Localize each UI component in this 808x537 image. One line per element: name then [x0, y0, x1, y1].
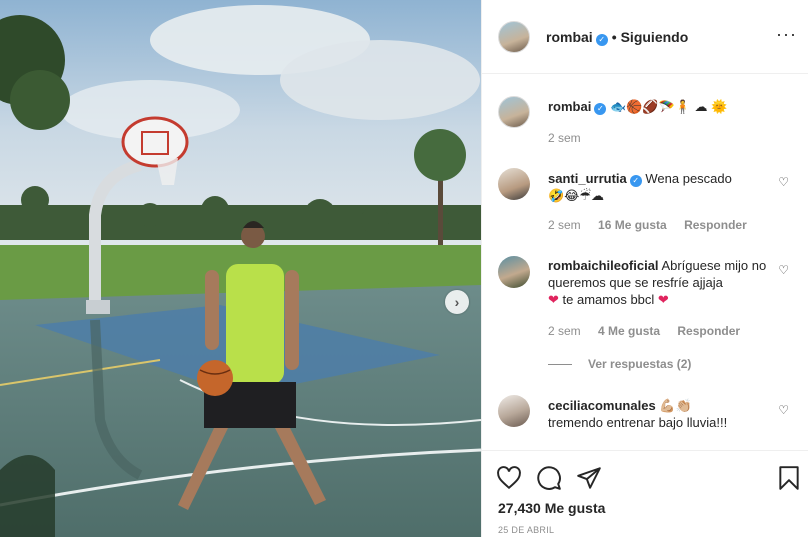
post-photo[interactable]: ›: [0, 0, 481, 537]
instagram-post-view: › rombai ✓ • Siguiendo ··· rombai ✓ 🐟🏀🏈🪂🧍 ☁ …: [0, 0, 808, 537]
comment-likes[interactable]: 4 Me gusta: [598, 324, 660, 338]
post-sidebar: rombai ✓ • Siguiendo ··· rombai ✓ 🐟🏀🏈🪂🧍 ☁ 🌞 …: [481, 0, 808, 537]
comments-list: rombai ✓ 🐟🏀🏈🪂🧍 ☁ 🌞 2 sem santi_urrutia ✓ W…: [482, 75, 808, 450]
reply-button[interactable]: Responder: [684, 218, 747, 232]
view-replies-button[interactable]: Ver respuestas (2): [548, 357, 691, 371]
comment-username[interactable]: santi_urrutia: [548, 171, 627, 186]
more-options-icon[interactable]: ···: [776, 24, 797, 45]
comment-username[interactable]: ceciliacomunales: [548, 398, 656, 413]
comment-meta: 2 sem 16 Me gusta Responder: [548, 218, 747, 232]
author-avatar[interactable]: [498, 21, 530, 53]
verified-badge-icon: ✓: [594, 103, 607, 115]
like-comment-heart-icon[interactable]: ♡: [778, 403, 789, 417]
commenter-avatar[interactable]: [498, 395, 530, 427]
commenter-avatar[interactable]: [498, 256, 530, 288]
red-heart-icon: ❤: [548, 292, 559, 307]
caption-username[interactable]: rombai: [548, 99, 591, 114]
following-button[interactable]: Siguiendo: [621, 29, 689, 45]
comment-body-line3: te amamos bbcl: [562, 292, 655, 307]
comment-body: tremendo entrenar bajo lluvia!!!: [548, 415, 728, 430]
replies-divider-line: [548, 364, 572, 366]
caption-text: rombai ✓ 🐟🏀🏈🪂🧍 ☁ 🌞: [548, 98, 770, 115]
share-paper-plane-icon[interactable]: [576, 465, 602, 491]
comment-meta: 2 sem 4 Me gusta Responder: [548, 324, 741, 338]
separator-dot: •: [611, 29, 617, 45]
red-heart-icon: ❤: [657, 292, 669, 307]
reply-button[interactable]: Responder: [677, 324, 740, 338]
comment-likes[interactable]: 16 Me gusta: [598, 218, 667, 232]
post-date[interactable]: 25 DE ABRIL: [498, 525, 554, 535]
likes-count[interactable]: 27,430 Me gusta: [498, 500, 605, 516]
comment-username[interactable]: rombaichileoficial: [548, 258, 659, 273]
basketball-court-photo: [0, 0, 481, 537]
post-header: rombai ✓ • Siguiendo ···: [482, 0, 808, 74]
caption-avatar[interactable]: [498, 96, 530, 128]
author-username[interactable]: rombai: [546, 29, 593, 45]
verified-badge-icon: ✓: [595, 34, 608, 46]
comment-bubble-icon[interactable]: [536, 465, 562, 491]
verified-badge-icon: ✓: [629, 175, 642, 187]
like-comment-heart-icon[interactable]: ♡: [778, 263, 789, 277]
author-header-line: rombai ✓ • Siguiendo: [546, 29, 688, 46]
save-bookmark-icon[interactable]: [776, 465, 802, 491]
comment-body: Wena pescado: [645, 171, 732, 186]
next-photo-button[interactable]: ›: [445, 290, 469, 314]
like-comment-heart-icon[interactable]: ♡: [778, 175, 789, 189]
comment-emojis: 💪🏼👏🏼: [659, 398, 692, 413]
caption-emojis: 🐟🏀🏈🪂🧍 ☁ 🌞: [609, 99, 728, 114]
comment-text: santi_urrutia ✓ Wena pescado 🤣😂☔☁: [548, 170, 770, 204]
caption-time: 2 sem: [548, 131, 581, 145]
comment-text: ceciliacomunales 💪🏼👏🏼 tremendo entrenar …: [548, 397, 770, 431]
comment-text: rombaichileoficial Abríguese mijo no que…: [548, 257, 770, 308]
post-actions: 27,430 Me gusta 25 DE ABRIL: [482, 450, 808, 537]
comment-emojis: 🤣😂☔☁: [548, 188, 605, 203]
like-heart-icon[interactable]: [496, 465, 522, 491]
commenter-avatar[interactable]: [498, 168, 530, 200]
